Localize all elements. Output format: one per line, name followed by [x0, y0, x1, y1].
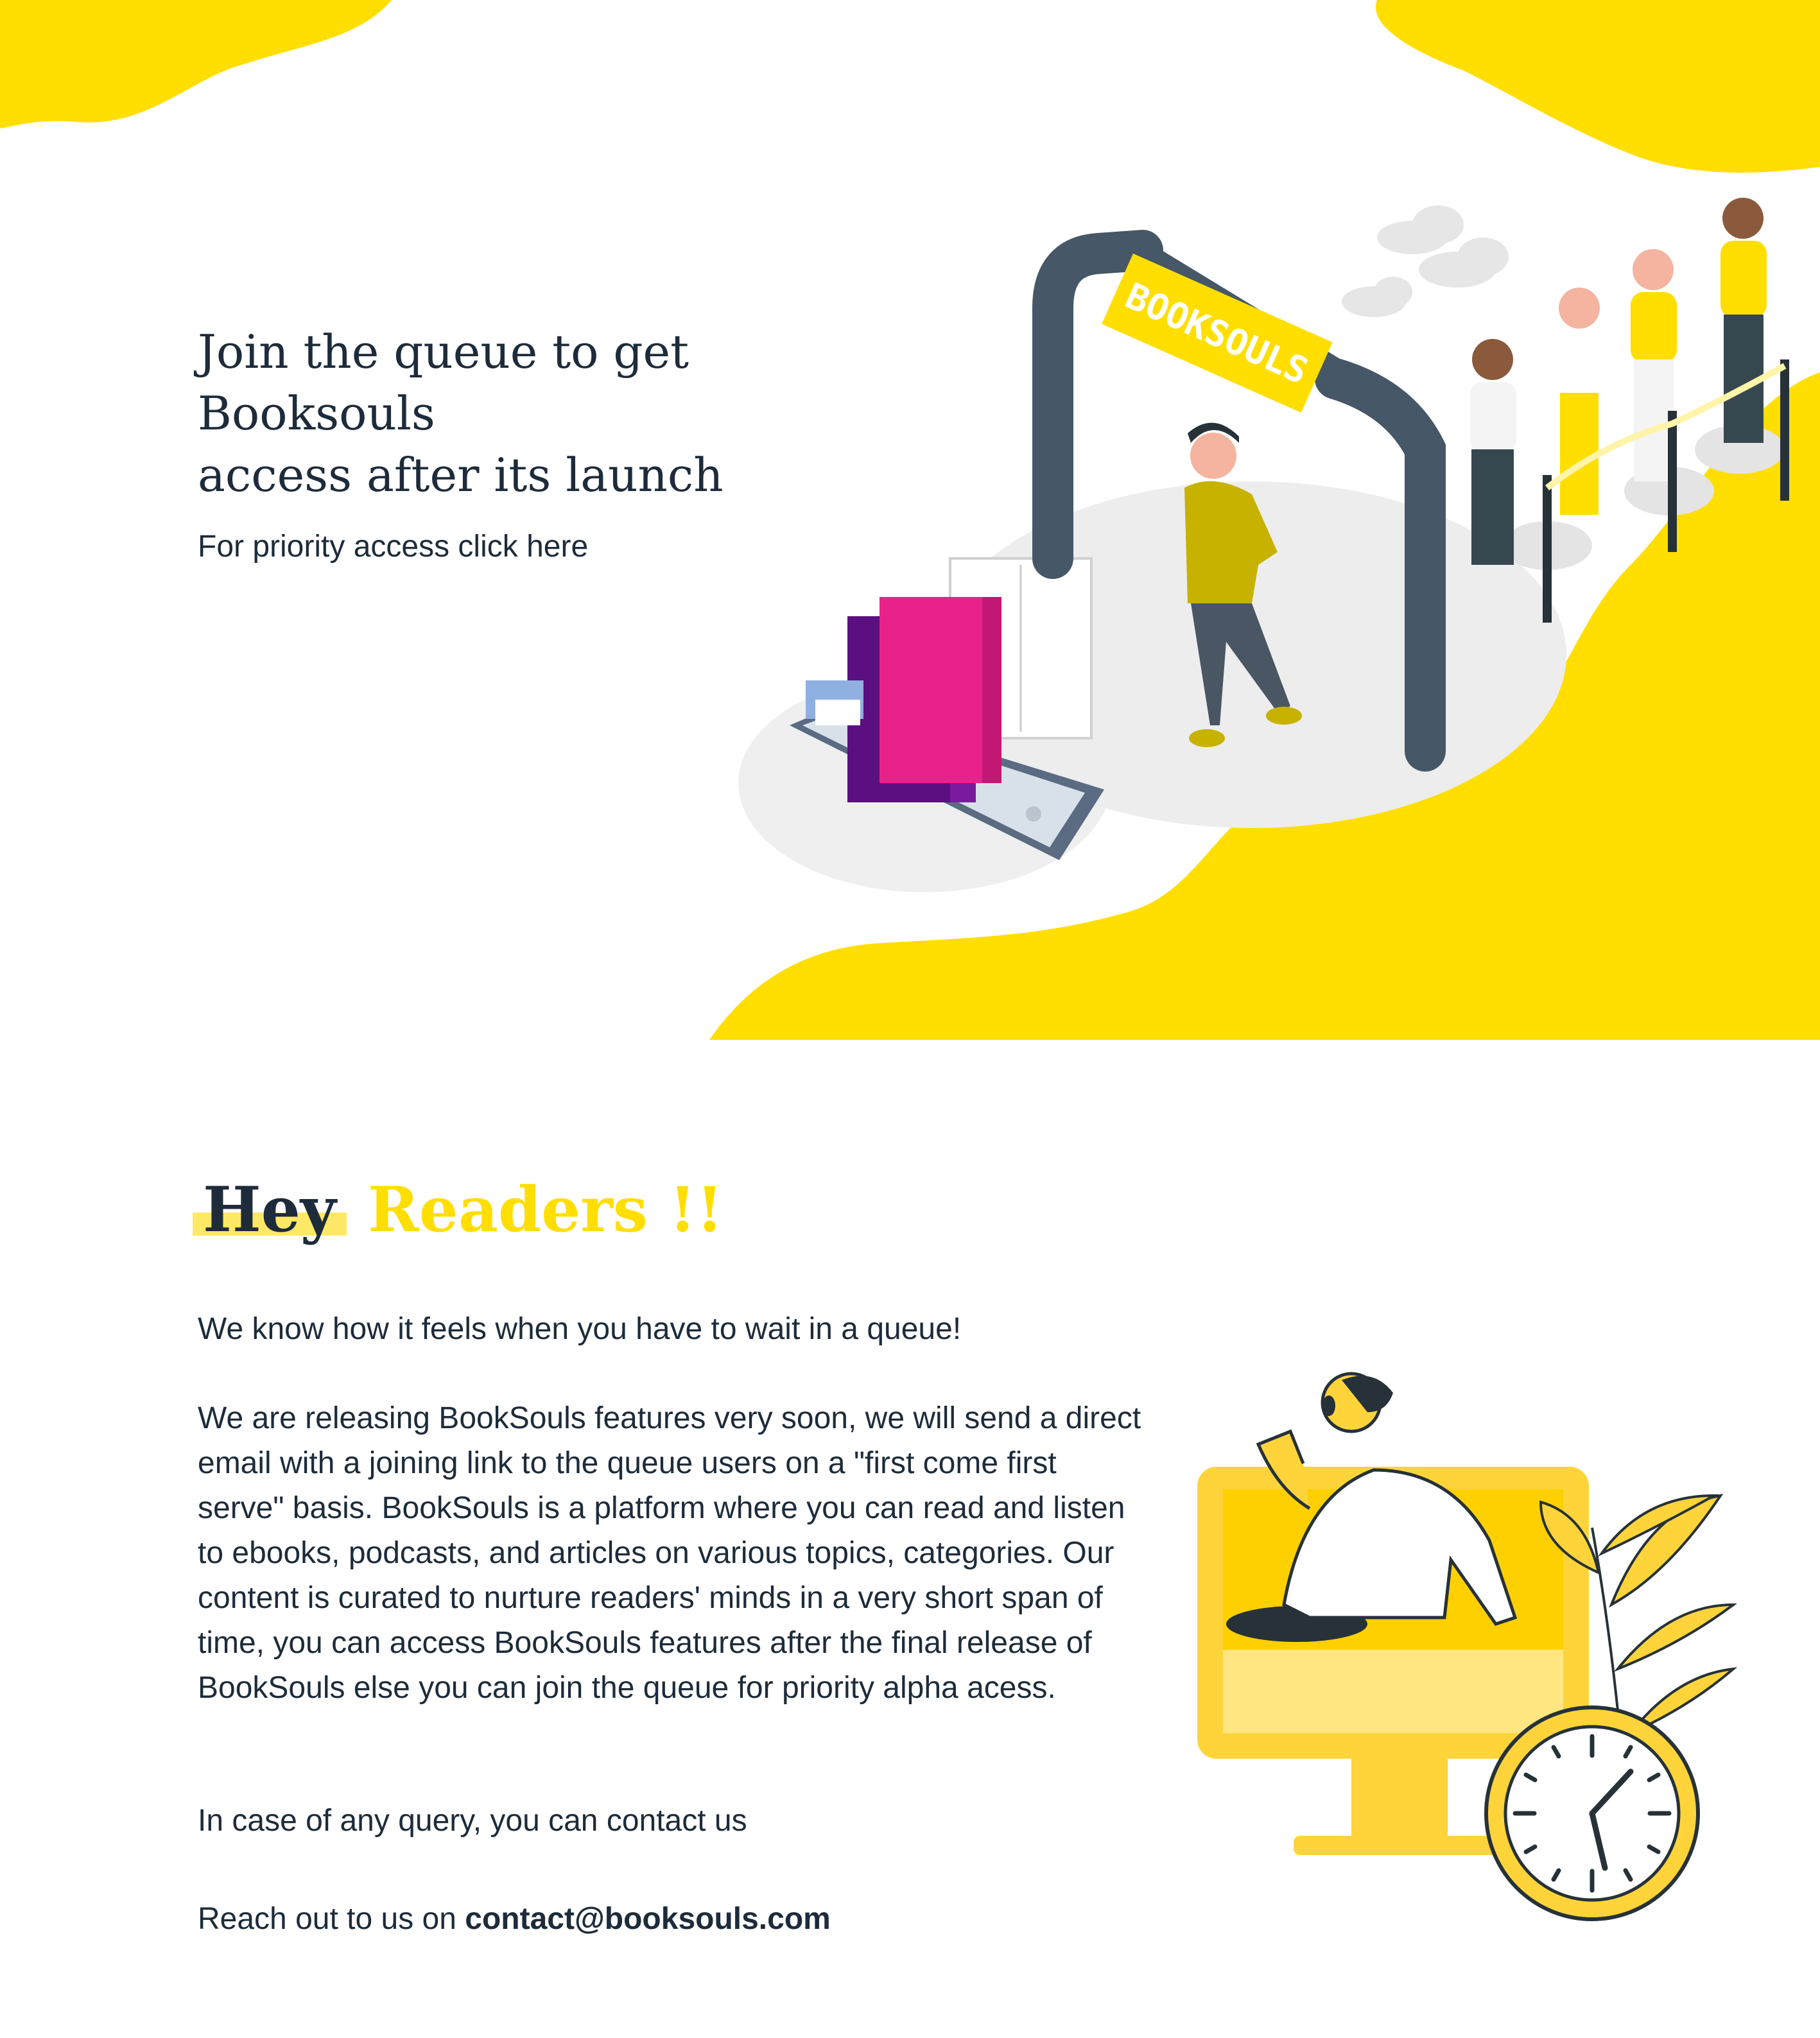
heading-highlight: Hey	[193, 1173, 347, 1246]
query-text: In case of any query, you can contact us	[198, 1804, 747, 1838]
readers-heading: Hey Readers !!	[193, 1168, 724, 1252]
monitor-clock-illustration	[1197, 1372, 1738, 1921]
contact-email-link[interactable]: contact@booksouls.com	[465, 1902, 831, 1936]
contact-prefix: Reach out to us on	[198, 1902, 456, 1936]
heading-accent: Readers !!	[367, 1173, 724, 1246]
body-paragraph: We are releasing BookSouls features very…	[198, 1401, 1141, 1705]
clock-icon	[1484, 1706, 1700, 1921]
contact-line: Reach out to us on contact@booksouls.com	[198, 1897, 1161, 1942]
intro-text: We know how it feels when you have to wa…	[198, 1312, 962, 1346]
